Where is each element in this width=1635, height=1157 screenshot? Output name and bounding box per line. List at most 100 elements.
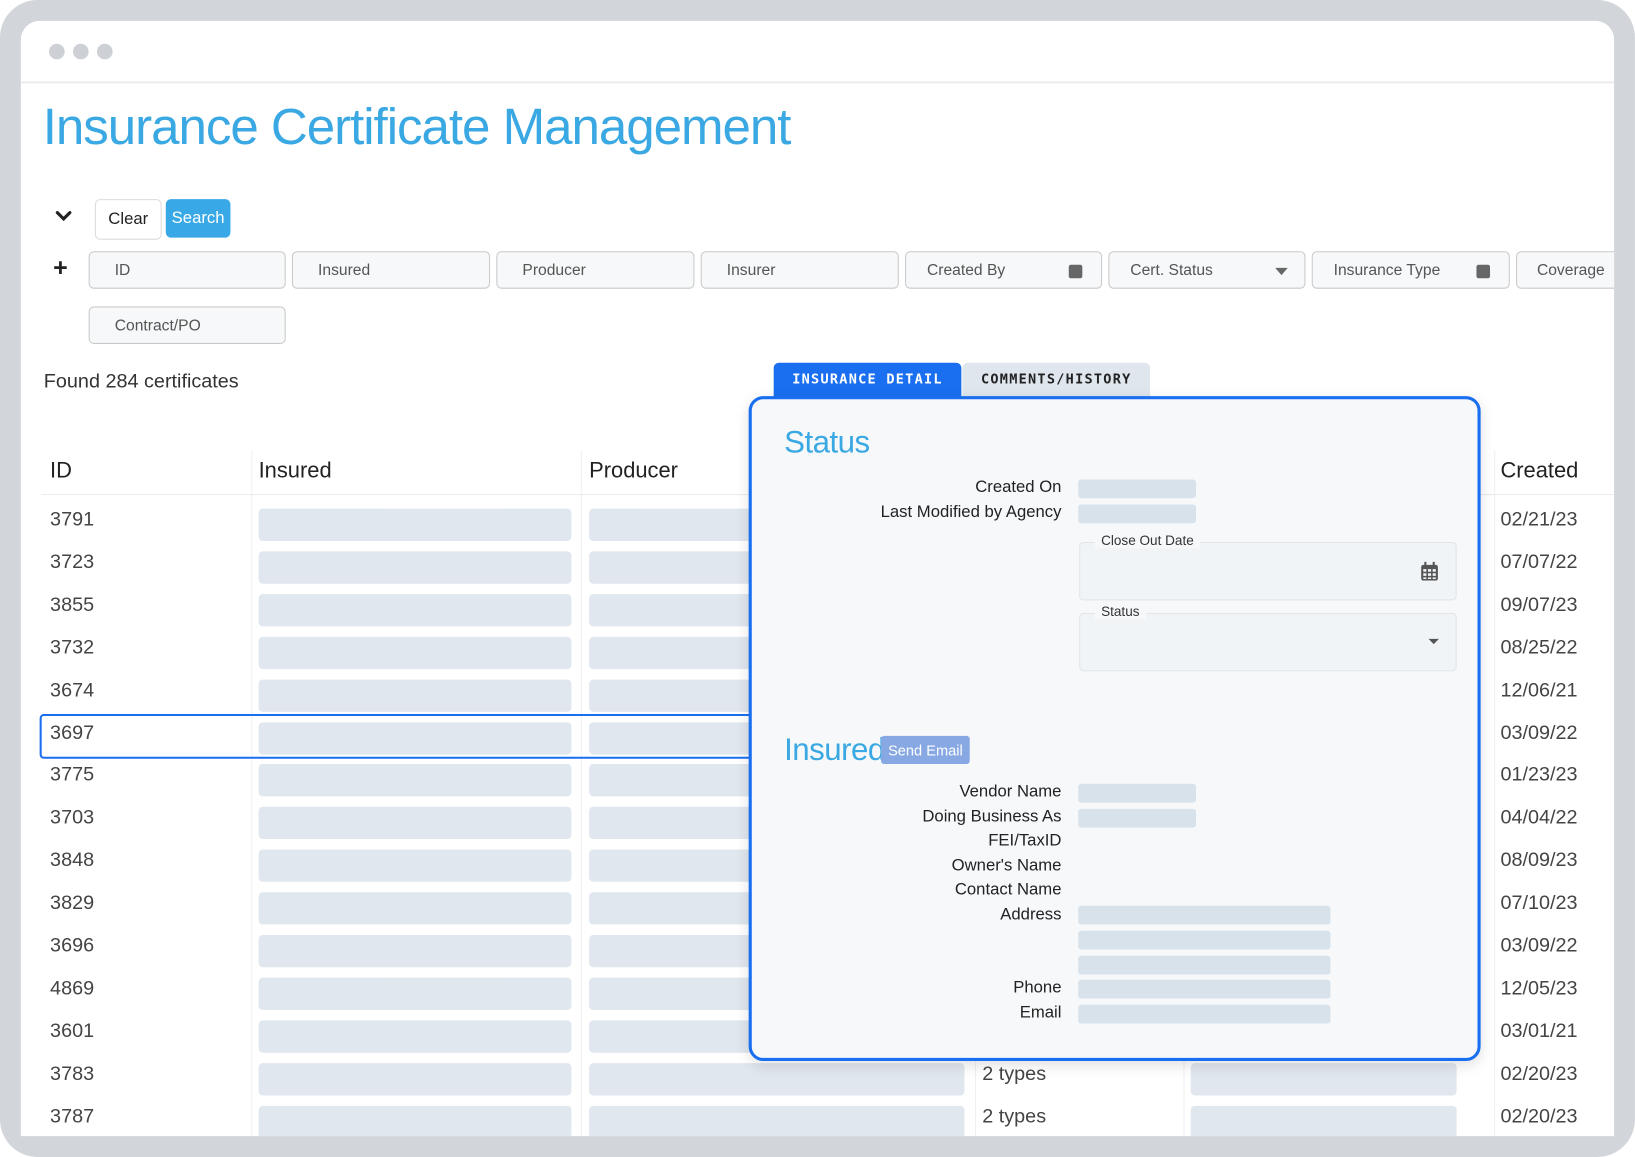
row-id: 4869 [50,977,95,1000]
table-row[interactable]: 3783 2 types 02/20/23 [21,1057,1614,1100]
filter-insured[interactable]: Insured [291,251,491,289]
last-modified-value [1078,504,1196,524]
insurance-types-cell: 2 types [982,1105,1047,1128]
vendor-name-label: Vendor Name [959,782,1062,801]
column-header-insured[interactable]: Insured [259,459,332,484]
row-id: 3783 [50,1062,95,1085]
address-line-1-value [1078,905,1331,925]
page-title: Insurance Certificate Management [42,99,792,156]
caret-down-icon [1428,638,1439,645]
add-filter-icon[interactable]: + [53,254,68,283]
created-on-label: Created On [975,478,1062,497]
insured-cell-placeholder [258,764,572,797]
calendar-icon[interactable] [1420,561,1439,582]
created-date-cell: 01/23/23 [1500,764,1578,787]
producer-cell-placeholder [589,1105,965,1137]
created-date-cell: 02/20/23 [1500,1105,1578,1128]
filter-producer[interactable]: Producer [496,251,695,289]
email-value [1078,1004,1331,1024]
filter-cert-status-label: Cert. Status [1130,261,1213,279]
send-email-button[interactable]: Send Email [881,735,970,765]
search-button[interactable]: Search [165,199,231,238]
filter-insurer-label: Insurer [726,261,776,279]
insured-cell-placeholder [258,679,572,712]
clear-button[interactable]: Clear [94,199,162,240]
insurance-detail-panel: Status Created On Last Modified by Agenc… [748,396,1481,1062]
caret-down-icon [1275,267,1288,276]
insured-cell-placeholder [258,593,572,627]
created-date-cell: 02/21/23 [1500,508,1578,531]
filter-coverage[interactable]: Coverage [1516,251,1615,289]
table-row[interactable]: 3787 2 types 02/20/23 [21,1099,1614,1137]
email-label: Email [1019,1003,1062,1022]
filter-insurance-type[interactable]: Insurance Type [1311,251,1510,289]
status-section-title: Status [784,425,870,460]
filter-insurer[interactable]: Insurer [700,251,899,289]
filter-id[interactable]: ID [88,251,286,289]
filter-producer-label: Producer [522,261,586,279]
created-date-cell: 03/09/22 [1500,934,1578,957]
column-header-id[interactable]: ID [50,459,72,484]
row-id: 3674 [50,679,95,702]
insurance-types-cell: 2 types [982,1062,1047,1085]
row-id: 3723 [50,551,95,574]
chevron-down-icon[interactable] [52,204,75,227]
contact-name-label: Contact Name [954,880,1062,899]
close-out-date-field[interactable]: Close Out Date [1079,532,1457,601]
filter-coverage-label: Coverage [1536,261,1605,279]
window-dot-icon[interactable] [49,43,65,60]
row-id: 3703 [50,807,95,829]
tab-insurance-detail[interactable]: INSURANCE DETAIL [773,362,962,398]
checkbox-icon[interactable] [1476,264,1491,279]
filter-id-label: ID [114,261,131,279]
insured-cell-placeholder [258,551,572,584]
created-date-cell: 12/05/23 [1500,977,1578,1000]
producer-cell-placeholder [589,1062,965,1096]
address-line-2-value [1078,930,1331,950]
insured-cell-placeholder [258,1105,572,1137]
row-id: 3791 [50,508,95,531]
status-select[interactable]: Status [1079,603,1457,672]
column-header-producer[interactable]: Producer [589,459,678,484]
row-id: 3775 [50,764,95,787]
results-count: Found 284 certificates [43,371,239,393]
row-id: 3696 [50,934,95,957]
window-dot-icon[interactable] [96,43,113,60]
close-out-date-label: Close Out Date [1094,532,1201,549]
window-dot-icon[interactable] [72,43,89,60]
filter-created-by-label: Created By [926,261,1006,279]
row-id: 3787 [50,1105,95,1128]
row-id: 3829 [50,892,95,915]
tab-comments-history[interactable]: COMMENTS/HISTORY [962,362,1151,398]
insured-cell-placeholder [258,892,572,925]
created-date-cell: 02/20/23 [1500,1062,1578,1085]
insured-cell-placeholder [258,977,572,1010]
address-line-3-value [1078,955,1331,975]
dba-label: Doing Business As [922,807,1062,826]
insured-cell-placeholder [258,1020,572,1053]
created-date-cell: 04/04/22 [1500,807,1578,829]
filter-contract-po[interactable]: Contract/PO [88,306,286,344]
window-titlebar [20,21,1615,84]
insured-cell-placeholder [258,1062,572,1096]
checkbox-icon[interactable] [1068,264,1083,279]
insured-cell-placeholder [258,849,572,882]
created-date-cell: 03/01/21 [1500,1020,1578,1043]
owner-name-label: Owner's Name [951,856,1062,875]
fei-taxid-label: FEI/TaxID [988,831,1062,850]
row-id: 3601 [50,1020,95,1043]
filter-insurance-type-label: Insurance Type [1333,261,1441,279]
address-label: Address [1000,905,1062,924]
dba-value [1078,808,1196,828]
column-header-created[interactable]: Created [1500,459,1578,484]
device-frame: Insurance Certificate Management Clear S… [0,0,1635,1157]
insured-cell-placeholder [258,934,572,968]
row-id: 3855 [50,593,95,616]
row-id: 3848 [50,849,95,872]
filter-created-by[interactable]: Created By [905,251,1103,289]
created-date-cell: 07/10/23 [1500,892,1578,915]
created-date-cell: 08/09/23 [1500,849,1578,872]
app-window: Insurance Certificate Management Clear S… [20,20,1615,1137]
filter-cert-status[interactable]: Cert. Status [1108,251,1306,289]
insured-section-title: Insured [784,732,885,768]
